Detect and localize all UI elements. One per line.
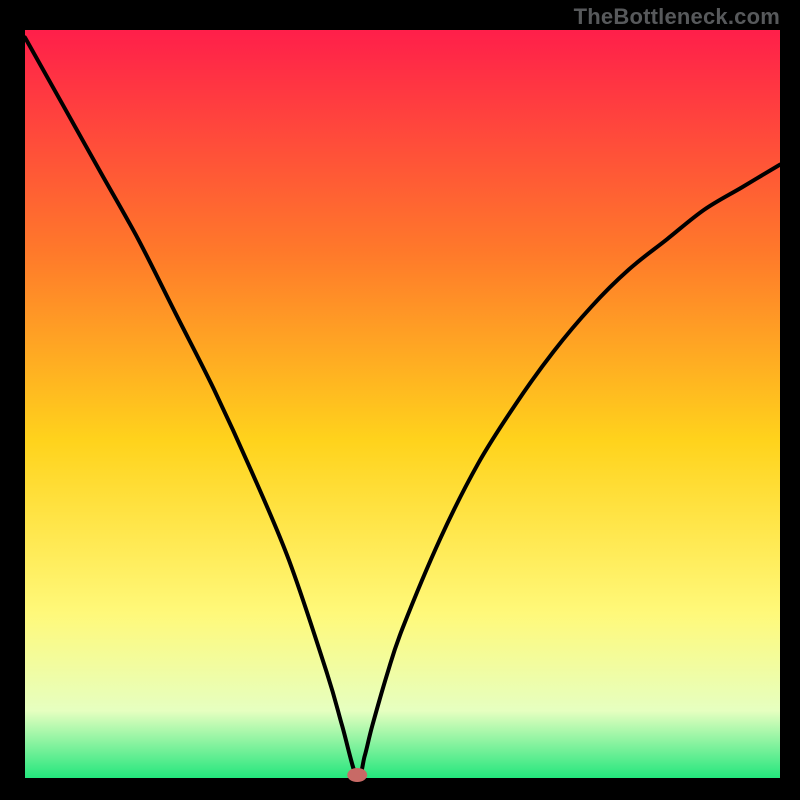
plot-area [25, 30, 780, 778]
bottleneck-chart [0, 0, 800, 800]
watermark-text: TheBottleneck.com [574, 4, 780, 30]
optimum-marker-icon [347, 768, 367, 782]
